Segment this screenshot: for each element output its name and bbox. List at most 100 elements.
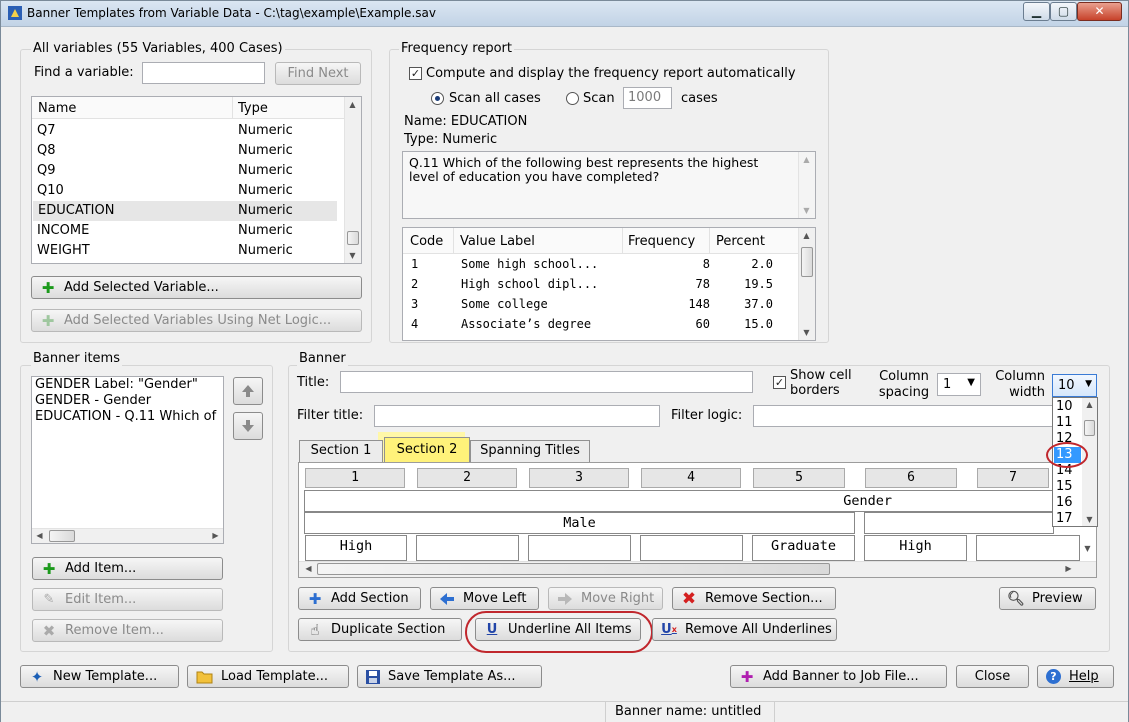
find-variable-input[interactable] <box>142 62 265 84</box>
table-row[interactable]: Q10 Numeric <box>37 181 337 201</box>
scroll-down-arrow-icon[interactable]: ▼ <box>1080 544 1095 553</box>
table-row[interactable]: INCOME Numeric <box>37 221 337 241</box>
list-item[interactable]: GENDER Label: "Gender" <box>35 377 198 393</box>
move-item-up-button[interactable] <box>233 377 263 405</box>
scroll-right-arrow-icon[interactable]: ▶ <box>1061 564 1076 573</box>
close-button[interactable]: Close <box>956 665 1029 688</box>
duplicate-section-button[interactable]: ☝︎ Duplicate Section <box>298 618 462 641</box>
banner-items-list[interactable]: GENDER Label: "Gender" GENDER - Gender E… <box>31 376 224 544</box>
banner-cell[interactable]: High <box>305 535 407 561</box>
scroll-thumb[interactable] <box>347 231 359 245</box>
arrow-right-icon <box>558 592 572 605</box>
maximize-button[interactable]: ▢ <box>1050 2 1077 21</box>
spanning-title-cell[interactable]: Gender <box>304 490 1083 512</box>
table-row[interactable]: WEIGHT Numeric <box>37 241 337 261</box>
tab-section-2[interactable]: Section 2 <box>384 437 470 463</box>
spanning-title-cell[interactable]: Male <box>304 512 855 534</box>
table-row[interactable]: 4 Associate’s degree 60 15.0 <box>408 314 780 334</box>
preview-button[interactable]: 🔍︎ Preview <box>999 587 1096 610</box>
minimize-button[interactable]: ▁ <box>1023 2 1050 21</box>
tab-section-1[interactable]: Section 1 <box>299 440 383 462</box>
scroll-up-arrow-icon[interactable]: ▲ <box>799 155 814 164</box>
scan-count-input[interactable]: 1000 <box>623 87 672 109</box>
scroll-right-arrow-icon[interactable]: ▶ <box>208 531 223 540</box>
banner-cell[interactable] <box>416 535 519 561</box>
dropdown-option[interactable]: 10 <box>1056 399 1073 415</box>
scan-cases-radio[interactable] <box>566 92 579 105</box>
banner-cell[interactable] <box>976 535 1080 561</box>
scan-all-cases-radio[interactable] <box>431 92 444 105</box>
save-template-button[interactable]: Save Template As... <box>357 665 542 688</box>
add-net-logic-button[interactable]: ✚ Add Selected Variables Using Net Logic… <box>31 309 362 332</box>
add-selected-variable-button[interactable]: ✚ Add Selected Variable... <box>31 276 362 299</box>
spanning-title-cell[interactable] <box>864 512 1054 534</box>
banner-cell[interactable] <box>528 535 631 561</box>
banner-cell[interactable]: High <box>864 535 967 561</box>
frequency-table[interactable]: Code Value Label Frequency Percent 1 Some… <box>402 227 816 341</box>
scroll-thumb[interactable] <box>1084 420 1095 436</box>
filter-title-input[interactable] <box>374 405 660 427</box>
table-row[interactable]: Q8 Numeric <box>37 141 337 161</box>
variables-scrollbar[interactable]: ▲ ▼ <box>344 97 361 263</box>
table-row[interactable]: Q9 Numeric <box>37 161 337 181</box>
banner-items-hscrollbar[interactable]: ◀ ▶ <box>32 528 223 543</box>
frequency-scrollbar[interactable]: ▲ ▼ <box>798 228 815 340</box>
variable-type-line: Type: Numeric <box>404 132 498 147</box>
load-template-button[interactable]: Load Template... <box>187 665 349 688</box>
show-cell-borders-checkbox[interactable]: ✓ <box>773 376 786 389</box>
scroll-up-arrow-icon[interactable]: ▲ <box>345 100 360 109</box>
list-item[interactable]: EDUCATION - Q.11 Which of <box>35 409 216 425</box>
variables-table-header: Name Type <box>32 97 345 119</box>
table-row[interactable]: 3 Some college 148 37.0 <box>408 294 780 314</box>
remove-section-button[interactable]: ✖ Remove Section... <box>672 587 836 610</box>
dropdown-option[interactable]: 15 <box>1056 479 1073 495</box>
scroll-up-arrow-icon[interactable]: ▲ <box>1082 400 1097 409</box>
scroll-left-arrow-icon[interactable]: ◀ <box>301 564 316 573</box>
banner-cell[interactable] <box>640 535 743 561</box>
close-window-button[interactable]: ✕ <box>1077 2 1122 21</box>
column-number: 5 <box>753 468 845 488</box>
add-banner-to-job-button[interactable]: ✚ Add Banner to Job File... <box>730 665 947 688</box>
scroll-thumb[interactable] <box>801 247 813 277</box>
filter-logic-input[interactable] <box>753 405 1053 427</box>
scroll-left-arrow-icon[interactable]: ◀ <box>32 531 47 540</box>
scroll-down-arrow-icon[interactable]: ▼ <box>1082 515 1097 524</box>
remove-item-button[interactable]: ✖ Remove Item... <box>32 619 223 642</box>
table-row-selected[interactable]: EDUCATION Numeric <box>33 201 337 221</box>
move-item-down-button[interactable] <box>233 412 263 440</box>
scroll-thumb[interactable] <box>49 530 75 542</box>
column-header-code: Code <box>410 234 444 249</box>
new-template-button[interactable]: ✦ New Template... <box>20 665 179 688</box>
column-width-select[interactable]: 10 ▼ <box>1052 374 1097 397</box>
scroll-thumb[interactable] <box>317 563 830 575</box>
scroll-down-arrow-icon[interactable]: ▼ <box>799 206 814 215</box>
scroll-down-arrow-icon[interactable]: ▼ <box>345 251 360 260</box>
question-scrollbar[interactable]: ▲ ▼ <box>798 152 815 218</box>
scroll-down-arrow-icon[interactable]: ▼ <box>799 328 814 337</box>
variables-table[interactable]: Name Type Q7 Numeric Q8 Numeric Q9 Numeric … <box>31 96 362 264</box>
table-row[interactable]: 1 Some high school... 8 2.0 <box>408 254 780 274</box>
table-row[interactable]: 2 High school dipl... 78 19.5 <box>408 274 780 294</box>
scroll-up-arrow-icon[interactable]: ▲ <box>799 231 814 240</box>
dropdown-option[interactable]: 17 <box>1056 511 1073 527</box>
column-spacing-select[interactable]: 1 ▼ <box>937 373 981 396</box>
add-section-button[interactable]: ✚ Add Section <box>298 587 421 610</box>
tab-spanning-titles[interactable]: Spanning Titles <box>470 440 590 462</box>
edit-item-button[interactable]: ✎ Edit Item... <box>32 588 223 611</box>
find-next-button[interactable]: Find Next <box>275 62 361 85</box>
list-item[interactable]: GENDER - Gender <box>35 393 151 409</box>
banner-grid-hscrollbar[interactable]: ◀ ▶ <box>299 561 1096 577</box>
add-item-button[interactable]: ✚ Add Item... <box>32 557 223 580</box>
move-left-button[interactable]: Move Left <box>430 587 539 610</box>
move-right-button[interactable]: Move Right <box>548 587 663 610</box>
compute-frequency-checkbox[interactable]: ✓ <box>409 67 422 80</box>
banner-title-input[interactable] <box>340 371 753 393</box>
help-button[interactable]: ? Help <box>1037 665 1114 688</box>
dropdown-option[interactable]: 11 <box>1056 415 1073 431</box>
dropdown-option[interactable]: 16 <box>1056 495 1073 511</box>
banner-cell[interactable]: Graduate <box>752 535 855 561</box>
annotation-circle <box>1046 442 1088 468</box>
table-row[interactable]: Q7 Numeric <box>37 121 337 141</box>
column-number: 4 <box>641 468 741 488</box>
remove-all-underlines-button[interactable]: Ux Remove All Underlines <box>652 618 837 641</box>
